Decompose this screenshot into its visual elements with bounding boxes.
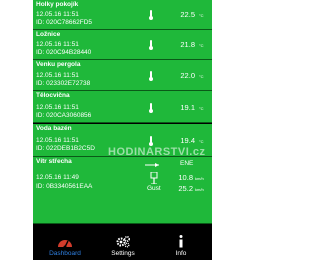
sensor-card[interactable]: Holky pokojík 12.05.16 11:51 ID: 020C786…	[33, 0, 212, 30]
watermark: HODINARSTVI.cz	[108, 146, 206, 158]
sensor-value: 19.1	[180, 103, 195, 112]
wind-icon	[145, 163, 159, 167]
sensor-id: ID: 020C94B28440	[36, 49, 92, 56]
gust-value: 25.2	[178, 184, 193, 193]
sensor-id: ID: 020C78662FD5	[36, 19, 93, 26]
thermometer-icon	[149, 71, 153, 81]
sensor-id: ID: 022DEB1B2C5D	[36, 145, 95, 152]
tab-info-label: Info	[175, 250, 187, 257]
sensor-id: ID: 0B3340561EAA	[36, 183, 93, 190]
sensor-value: 21.8	[180, 40, 195, 49]
sensor-unit: °C	[199, 43, 204, 48]
sensor-name: Vítr střecha	[36, 158, 72, 165]
app-screen: Holky pokojík 12.05.16 11:51 ID: 020C786…	[33, 0, 212, 260]
wind-card[interactable]: Vítr střecha 12.05.16 11:49 ID: 0B334056…	[33, 157, 212, 224]
sensor-name: Tělocvična	[36, 92, 70, 99]
thermometer-icon	[149, 103, 153, 113]
sensor-name: Venku pergola	[36, 61, 81, 68]
gust-unit: km/h	[195, 187, 204, 192]
tab-settings-label: Settings	[111, 250, 135, 257]
sensor-unit: °C	[199, 139, 204, 144]
sensor-value: 22.5	[180, 10, 195, 19]
sensor-date: 12.05.16 11:51	[36, 137, 79, 144]
info-icon	[179, 235, 183, 248]
tab-dashboard-label: Dashboard	[49, 250, 81, 257]
thermometer-icon	[149, 40, 153, 50]
sensor-unit: °C	[199, 74, 204, 79]
sensor-name: Voda bazén	[36, 125, 72, 132]
sensor-name: Holky pokojík	[36, 1, 79, 8]
thermometer-icon	[149, 136, 153, 146]
thermometer-icon	[149, 10, 153, 20]
sensor-card[interactable]: Ložnice 12.05.16 11:51 ID: 020C94B28440 …	[33, 30, 212, 60]
bottom-nav: Dashboard Settings Info	[33, 231, 212, 260]
sensor-date: 12.05.16 11:51	[36, 41, 79, 48]
wind-direction: ENE	[180, 160, 194, 167]
wind-speed-unit: km/h	[195, 176, 204, 181]
sensor-id: ID: 020CA3060856	[36, 112, 92, 119]
tab-settings[interactable]: Settings	[95, 231, 151, 260]
sensor-date: 12.05.16 11:51	[36, 104, 79, 111]
sensor-date: 12.05.16 11:51	[36, 11, 79, 18]
sensor-card[interactable]: Tělocvična 12.05.16 11:51 ID: 020CA30608…	[33, 91, 212, 123]
tab-info[interactable]: Info	[153, 231, 209, 260]
gust-label: Gust	[147, 185, 161, 192]
gears-icon	[116, 235, 131, 248]
sensor-id: ID: 023302E72738	[36, 80, 91, 87]
sensor-unit: °C	[199, 106, 204, 111]
sensor-date: 12.05.16 11:49	[36, 174, 79, 181]
wind-speed: 10.8	[178, 173, 193, 182]
dashboard-gauge-icon	[58, 240, 72, 248]
tab-dashboard[interactable]: Dashboard	[37, 231, 93, 260]
sensor-card[interactable]: Venku pergola 12.05.16 11:51 ID: 023302E…	[33, 60, 212, 91]
gauge-icon	[150, 172, 158, 184]
sensor-unit: °C	[199, 13, 204, 18]
sensor-value: 19.4	[180, 136, 195, 145]
sensor-name: Ložnice	[36, 31, 61, 38]
sensor-value: 22.0	[180, 71, 195, 80]
sensor-date: 12.05.16 11:51	[36, 72, 79, 79]
